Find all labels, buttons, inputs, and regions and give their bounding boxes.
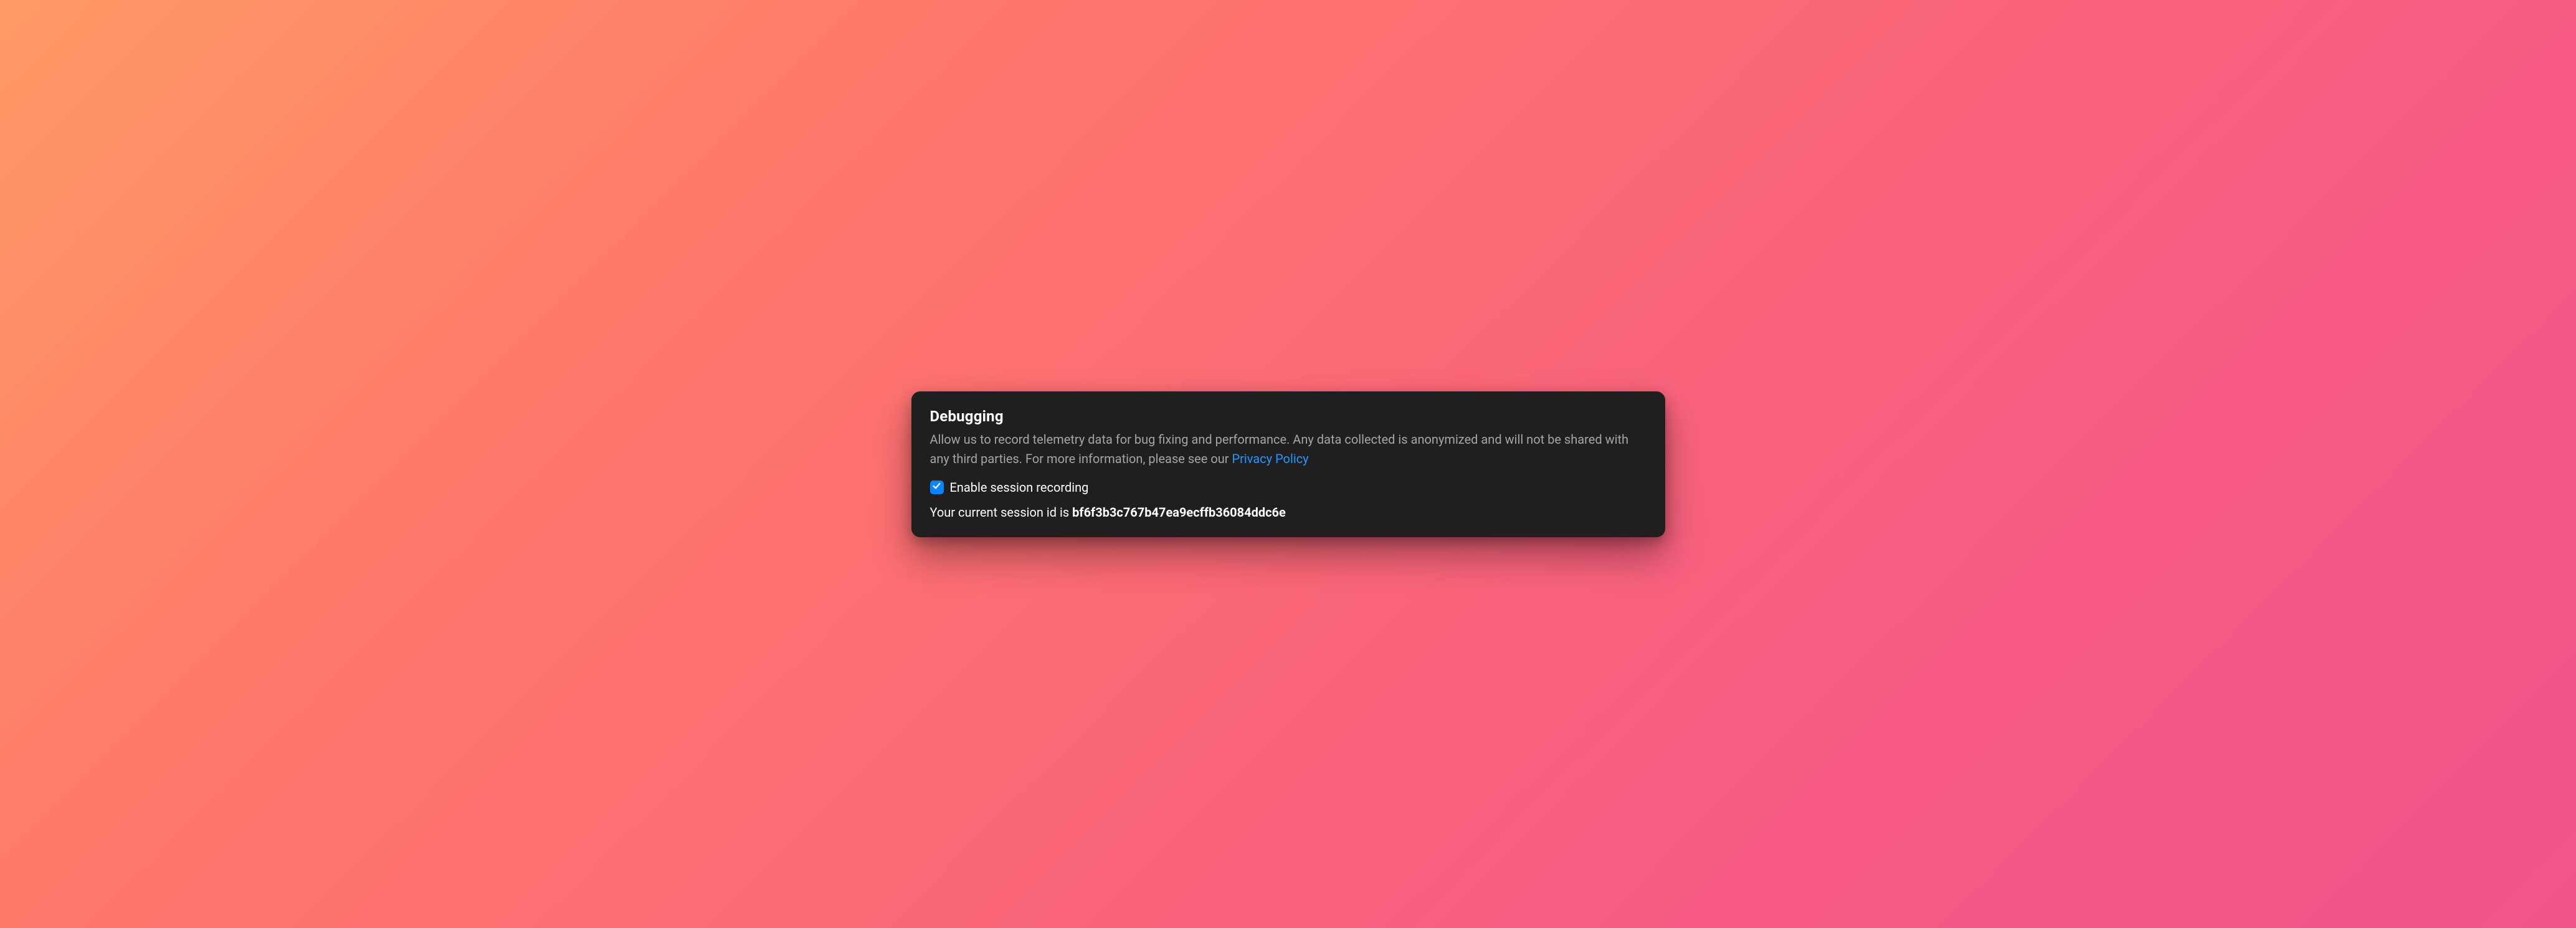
card-description: Allow us to record telemetry data for bu… [930, 430, 1647, 469]
session-id-prefix: Your current session id is [930, 505, 1073, 520]
privacy-policy-link[interactable]: Privacy Policy [1232, 451, 1309, 466]
card-title: Debugging [930, 408, 1647, 425]
enable-session-recording-row: Enable session recording [930, 480, 1647, 495]
enable-session-recording-checkbox[interactable] [930, 481, 944, 494]
checkmark-icon [932, 481, 941, 493]
enable-session-recording-label[interactable]: Enable session recording [950, 480, 1089, 495]
session-id-value: bf6f3b3c767b47ea9ecffb36084ddc6e [1072, 505, 1286, 520]
debugging-settings-card: Debugging Allow us to record telemetry d… [911, 391, 1665, 537]
session-id-line: Your current session id is bf6f3b3c767b4… [930, 505, 1647, 520]
